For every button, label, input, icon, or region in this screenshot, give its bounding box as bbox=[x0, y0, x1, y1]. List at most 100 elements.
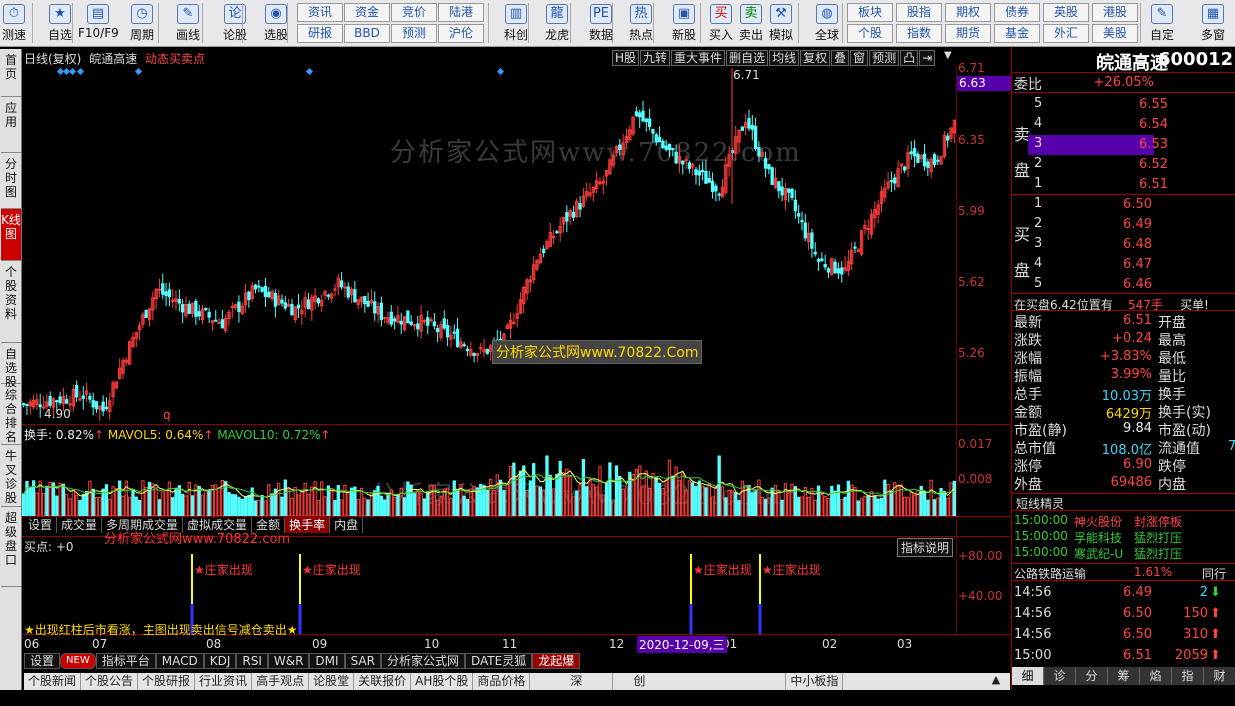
left-tab-5[interactable]: 自选股 bbox=[1, 343, 21, 389]
news-tab[interactable]: 商品价格 bbox=[473, 673, 531, 690]
sector-row[interactable]: 公路铁路运输 1.61% 同行 bbox=[1012, 563, 1235, 581]
news-tab[interactable]: 论股堂 bbox=[309, 673, 355, 690]
chart-button[interactable]: 预测 bbox=[869, 50, 900, 66]
toolbar-globe-button[interactable]: ◍ 全球 bbox=[808, 2, 846, 44]
chart-button[interactable]: 复权 bbox=[800, 50, 831, 66]
indicator-tab[interactable]: DATE灵狐 bbox=[464, 653, 533, 669]
market-button[interactable]: 股指 bbox=[896, 3, 942, 22]
quote-tab[interactable]: 筹 bbox=[1108, 667, 1140, 685]
toolbar-speed-button[interactable]: ⏱ 测速 bbox=[1, 2, 27, 44]
news-tab[interactable]: 个股研报 bbox=[138, 673, 196, 690]
quick-button[interactable]: 资金 bbox=[344, 3, 390, 22]
market-button[interactable]: 美股 bbox=[1092, 24, 1138, 43]
index-tab[interactable]: 中小板指 bbox=[786, 673, 844, 690]
indicator-tab[interactable]: DMI bbox=[309, 653, 345, 669]
news-tab[interactable]: AH股个股 bbox=[411, 673, 474, 690]
left-tab-1[interactable]: 应用 bbox=[1, 97, 21, 153]
quick-button[interactable]: BBD bbox=[344, 24, 390, 43]
toolbar-star-button[interactable]: ★ 自选 bbox=[40, 2, 80, 44]
left-tab-3[interactable]: K线图 bbox=[1, 209, 21, 261]
news-row[interactable]: 15:00:00 孚能科技 猛烈打压 bbox=[1012, 529, 1235, 545]
toolbar-hammer-button[interactable]: ⚒ 模拟 bbox=[767, 2, 795, 44]
chevron-down-icon[interactable]: ▼ bbox=[944, 50, 956, 66]
quote-tab[interactable]: 细 bbox=[1012, 667, 1044, 685]
jingling-header[interactable]: 短线精灵 bbox=[1012, 493, 1235, 511]
quote-tab[interactable]: 焰 bbox=[1140, 667, 1172, 685]
indicator-tab[interactable]: MACD bbox=[155, 653, 204, 669]
toolbar-ipo-button[interactable]: ▣ 新股 bbox=[665, 2, 703, 44]
quote-tab[interactable]: 指 bbox=[1172, 667, 1204, 685]
news-row[interactable]: 15:00:00 寒武纪-U 猛烈打压 bbox=[1012, 545, 1235, 561]
news-tab[interactable]: 高手观点 bbox=[252, 673, 310, 690]
quick-button[interactable]: 竞价 bbox=[391, 3, 437, 22]
sell-row[interactable]: 3 6.53 bbox=[1028, 135, 1168, 155]
index-tab[interactable]: 创 bbox=[613, 673, 787, 690]
chart-button[interactable]: 均线 bbox=[769, 50, 800, 66]
quote-tab[interactable]: 财 bbox=[1204, 667, 1235, 685]
toolbar-f10-button[interactable]: ▤ F10/F9 bbox=[78, 2, 119, 44]
volume-tab[interactable]: 设置 bbox=[24, 517, 58, 533]
chart-button[interactable]: 九转 bbox=[640, 50, 671, 66]
news-tab[interactable]: 关联报价 bbox=[354, 673, 412, 690]
volume-chart[interactable] bbox=[22, 440, 956, 516]
market-button[interactable]: 指数 bbox=[896, 24, 942, 43]
toolbar-lungu-button[interactable]: 论论股 bbox=[215, 2, 255, 44]
indicator-tab[interactable]: KDJ bbox=[203, 653, 237, 669]
chart-button[interactable]: ⇥ bbox=[919, 50, 936, 66]
left-tab-4[interactable]: 个股资料 bbox=[1, 261, 21, 343]
candlestick-chart[interactable] bbox=[22, 66, 956, 424]
market-button[interactable]: 板块 bbox=[847, 3, 893, 22]
market-button[interactable]: 个股 bbox=[847, 24, 893, 43]
volume-tab[interactable]: 换手率 bbox=[285, 517, 331, 533]
news-tab[interactable]: 个股新闻 bbox=[24, 673, 82, 690]
custom-button[interactable]: ✎ 自定 bbox=[1145, 2, 1179, 44]
left-tab-0[interactable]: 首页 bbox=[1, 49, 21, 97]
sell-row[interactable]: 5 6.55 bbox=[1012, 95, 1235, 115]
toolbar-clock-button[interactable]: ◷ 周期 bbox=[122, 2, 162, 44]
indicator-label[interactable]: 动态买卖点 bbox=[145, 52, 205, 66]
toolbar-pe-button[interactable]: PE 数据 bbox=[582, 2, 620, 44]
indicator-tab[interactable]: SAR bbox=[344, 653, 381, 669]
market-button[interactable]: 债券 bbox=[994, 3, 1040, 22]
left-tab-8[interactable]: 超级盘口 bbox=[1, 507, 21, 587]
market-button[interactable]: 港股 bbox=[1092, 3, 1138, 22]
indicator-tab[interactable]: 指标平台 bbox=[95, 653, 156, 669]
market-button[interactable]: 期货 bbox=[945, 24, 991, 43]
collapse-icon[interactable]: ▲ bbox=[983, 673, 1009, 690]
chart-button[interactable]: 叠 bbox=[831, 50, 850, 66]
chart-button[interactable]: 重大事件 bbox=[671, 50, 726, 66]
quick-button[interactable]: 陆港 bbox=[438, 3, 484, 22]
multi-window-button[interactable]: ▦ 多窗 bbox=[1193, 2, 1233, 44]
market-button[interactable]: 基金 bbox=[994, 24, 1040, 43]
market-button[interactable]: 英股 bbox=[1043, 3, 1089, 22]
volume-tab[interactable]: 成交量 bbox=[57, 517, 103, 533]
period-label[interactable]: 日线(复权) bbox=[24, 52, 81, 66]
indicator-tab[interactable]: 分析家公式网 bbox=[380, 653, 465, 669]
indicator-tab[interactable]: 设置 bbox=[24, 653, 61, 669]
quote-tab[interactable]: 分 bbox=[1076, 667, 1108, 685]
toolbar-chart-button[interactable]: ▥ 科创 bbox=[497, 2, 535, 44]
market-button[interactable]: 外汇 bbox=[1043, 24, 1089, 43]
market-button[interactable]: 期权 bbox=[945, 3, 991, 22]
left-tab-6[interactable]: 综合排名 bbox=[1, 384, 21, 445]
chart-button[interactable]: 窗 bbox=[850, 50, 869, 66]
news-tab[interactable]: 个股公告 bbox=[81, 673, 139, 690]
peer-button[interactable]: 同行 bbox=[1202, 565, 1226, 582]
toolbar-buy-button[interactable]: 买买入 bbox=[707, 2, 735, 44]
news-row[interactable]: 15:00:00 神火股份 封涨停板 bbox=[1012, 513, 1235, 529]
toolbar-dragon-button[interactable]: 龍龙虎 bbox=[538, 2, 576, 44]
quick-button[interactable]: 资讯 bbox=[297, 3, 343, 22]
indicator-tab[interactable]: W&R bbox=[267, 653, 310, 669]
buy-row[interactable]: 5 6.46 bbox=[1012, 275, 1235, 295]
indicator-tab[interactable]: 龙起爆 bbox=[532, 653, 581, 669]
indicator-tab[interactable]: RSI bbox=[236, 653, 268, 669]
index-tab[interactable]: 深 bbox=[540, 673, 614, 690]
toolbar-select-button[interactable]: ◉ 选股 bbox=[256, 2, 296, 44]
toolbar-sell-button[interactable]: 卖卖出 bbox=[737, 2, 765, 44]
indicator-tab[interactable]: NEW bbox=[60, 653, 96, 669]
buy-row[interactable]: 2 6.49 bbox=[1012, 215, 1235, 235]
chart-button[interactable]: 删自选 bbox=[726, 50, 769, 66]
left-tab-2[interactable]: 分时图 bbox=[1, 153, 21, 209]
quote-tab[interactable]: 诊 bbox=[1044, 667, 1076, 685]
sell-row[interactable]: 1 6.51 bbox=[1012, 175, 1235, 195]
